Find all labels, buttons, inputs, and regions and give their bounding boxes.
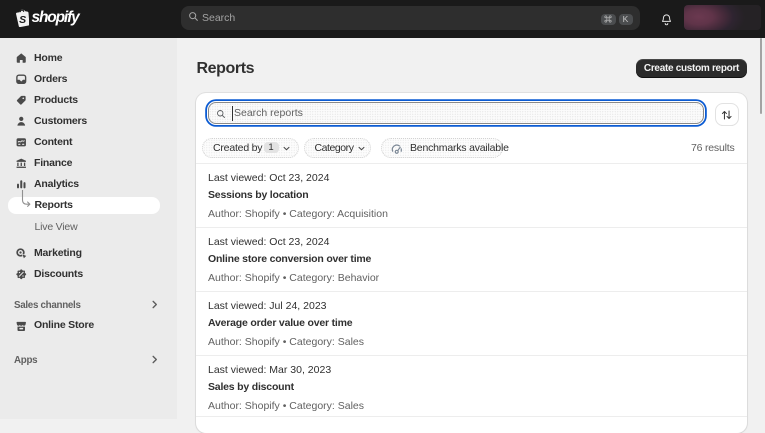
svg-text:S: S	[19, 14, 26, 26]
